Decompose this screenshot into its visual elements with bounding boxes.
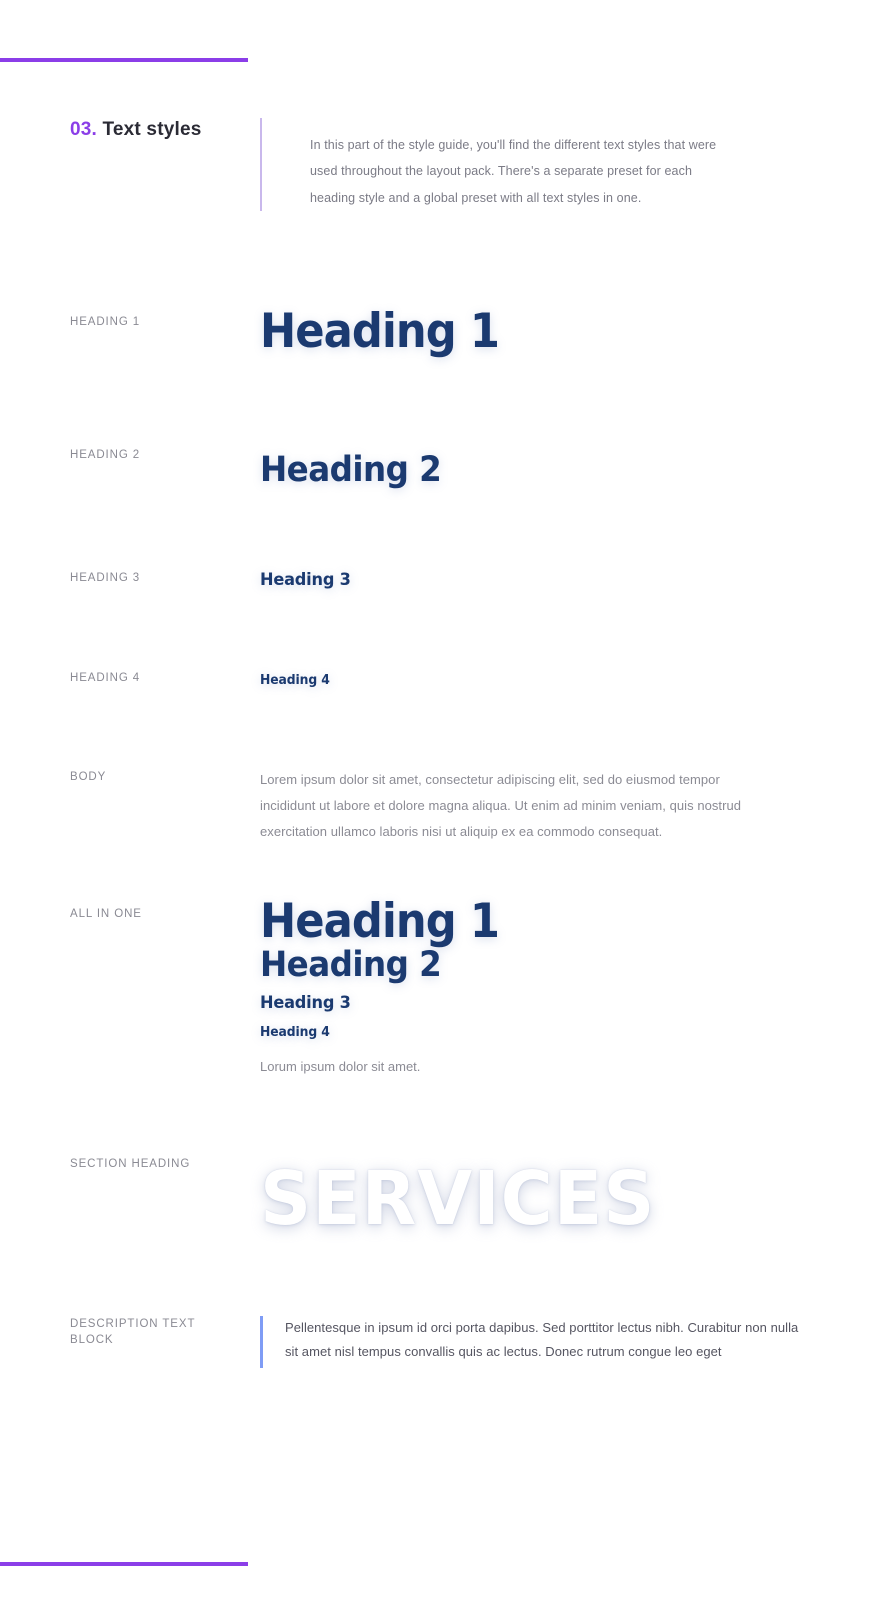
row-sample-heading-2: Heading 2 [260, 447, 880, 488]
heading-2-specimen: Heading 2 [260, 450, 442, 490]
description-paragraph: Pellentesque in ipsum id orci porta dapi… [285, 1320, 799, 1360]
row-sample-heading-4: Heading 4 [260, 670, 880, 687]
all-in-one-heading-3: Heading 3 [260, 993, 351, 1013]
row-sample-section-heading: SERVICES [260, 1156, 880, 1236]
all-in-one-heading-1: Heading 1 [260, 894, 500, 949]
row-label-heading-1: HEADING 1 [70, 316, 141, 328]
style-guide-page: 03. Text styles In this part of the styl… [0, 0, 880, 1609]
section-heading-specimen: SERVICES [260, 1156, 656, 1242]
bottom-divider-rule [0, 1562, 248, 1566]
row-sample-description-text-block: Pellentesque in ipsum id orci porta dapi… [260, 1316, 880, 1368]
row-all-in-one: ALL IN ONE Heading 1 Heading 2 Heading 3… [0, 898, 880, 1080]
row-heading-4: HEADING 4 Heading 4 [0, 670, 880, 687]
heading-4-specimen: Heading 4 [260, 673, 330, 688]
intro-paragraph: In this part of the style guide, you'll … [310, 138, 717, 205]
row-sample-all-in-one: Heading 1 Heading 2 Heading 3 Heading 4 … [260, 898, 880, 1080]
all-in-one-heading-4: Heading 4 [260, 1025, 330, 1040]
row-sample-heading-3: Heading 3 [260, 570, 880, 589]
body-specimen: Lorem ipsum dolor sit amet, consectetur … [260, 772, 742, 839]
row-label-heading-3: HEADING 3 [70, 572, 141, 584]
top-divider-rule [0, 58, 248, 62]
section-number: 03. [70, 119, 98, 140]
row-heading-3: HEADING 3 Heading 3 [0, 570, 880, 589]
description-accent-bar [260, 1316, 263, 1368]
row-label-body: BODY [70, 771, 107, 783]
intro-accent-bar [260, 118, 262, 211]
row-label-heading-2: HEADING 2 [70, 449, 141, 461]
row-heading-1: HEADING 1 Heading 1 [0, 308, 880, 355]
row-heading-2: HEADING 2 Heading 2 [0, 447, 880, 488]
section-title-text: Text styles [102, 119, 202, 140]
heading-1-specimen: Heading 1 [260, 304, 500, 359]
row-label-all-in-one: ALL IN ONE [70, 908, 142, 920]
all-in-one-body: Lorum ipsum dolor sit amet. [260, 1059, 421, 1074]
row-sample-body: Lorem ipsum dolor sit amet, consectetur … [260, 769, 880, 845]
row-label-heading-4: HEADING 4 [70, 672, 141, 684]
section-header: 03. Text styles In this part of the styl… [0, 118, 880, 211]
page-title: 03. Text styles [70, 118, 260, 143]
row-label-description-text-block: DESCRIPTION TEXT BLOCK [70, 1318, 196, 1347]
row-section-heading: SECTION HEADING SERVICES [0, 1156, 880, 1236]
row-sample-heading-1: Heading 1 [260, 308, 880, 355]
description-block: Pellentesque in ipsum id orci porta dapi… [260, 1316, 880, 1368]
row-description-text-block: DESCRIPTION TEXT BLOCK Pellentesque in i… [0, 1316, 880, 1368]
row-label-section-heading: SECTION HEADING [70, 1158, 191, 1170]
heading-3-specimen: Heading 3 [260, 570, 351, 590]
section-intro: In this part of the style guide, you'll … [260, 118, 740, 211]
row-body: BODY Lorem ipsum dolor sit amet, consect… [0, 769, 880, 845]
all-in-one-heading-2: Heading 2 [260, 945, 442, 985]
